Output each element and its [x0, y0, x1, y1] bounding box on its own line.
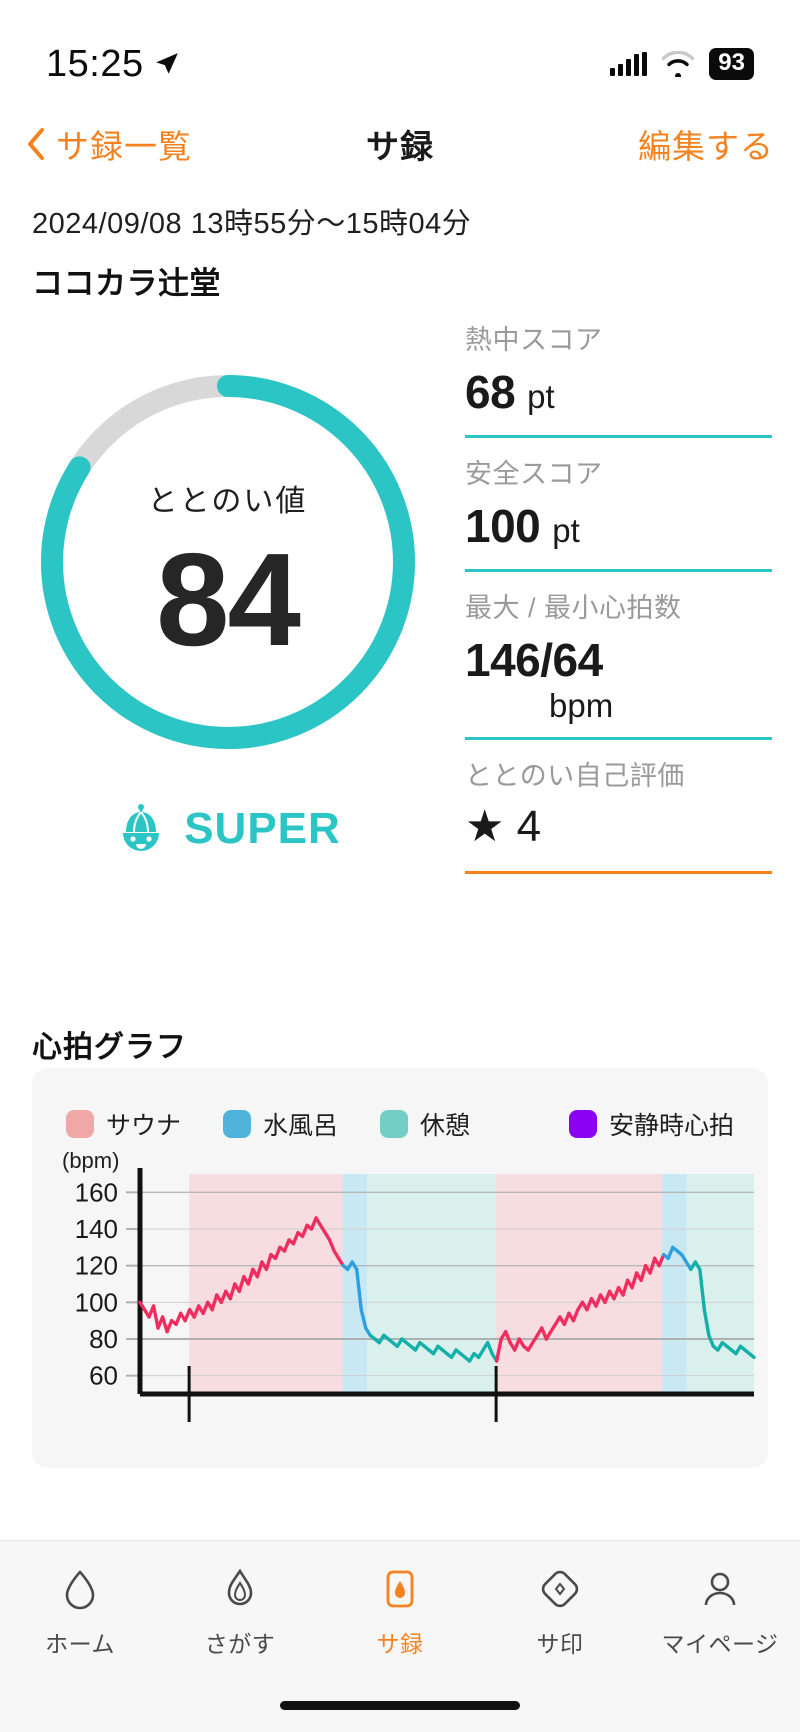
status-bar: 15:25 93 — [0, 0, 800, 100]
navigation-bar: サ録一覧 サ録 編集する — [0, 108, 800, 180]
chevron-left-icon — [28, 128, 44, 160]
tab-mypage[interactable]: マイページ — [640, 1565, 800, 1659]
summary-section: ととのい値 84 SUPER 熱中スコア 68 pt 安全スコア 100 pt … — [0, 318, 800, 888]
location-arrow-icon — [155, 53, 178, 74]
stat-label: ととのい自己評価 — [465, 761, 685, 791]
stat-label: 最大 / 最小心拍数 — [465, 593, 682, 623]
heart-rate-chart-card: サウナ 水風呂 休憩 安静時心拍 (bpm) 160 140 120 100 80 60 — [32, 1068, 768, 1468]
water-drop-icon — [65, 1570, 95, 1610]
gauge-label: ととのい値 — [147, 485, 308, 518]
cellular-bars-icon — [610, 51, 648, 76]
tab-stamp[interactable]: サ印 — [480, 1565, 640, 1659]
stat-safety-score: 安全スコア 100 pt — [465, 452, 772, 572]
back-button-label: サ録一覧 — [56, 128, 192, 165]
back-button[interactable]: サ録一覧 — [26, 120, 192, 168]
stats-column: 熱中スコア 68 pt 安全スコア 100 pt 最大 / 最小心拍数 146/… — [455, 318, 800, 888]
star-rating-value: ★ 4 — [465, 802, 542, 851]
tab-label: ホーム — [45, 1631, 115, 1657]
tab-search[interactable]: さがす — [160, 1565, 320, 1659]
stat-divider — [465, 737, 772, 740]
tab-label: サ印 — [536, 1631, 584, 1657]
stat-value: 100 — [465, 500, 541, 552]
heart-rate-line-chart: (bpm) 160 140 120 100 80 60 — [62, 1152, 756, 1422]
stat-divider — [465, 435, 772, 438]
svg-text:120: 120 — [75, 1251, 118, 1281]
gauge-column: ととのい値 84 SUPER — [0, 318, 455, 888]
totonoi-gauge: ととのい値 84 — [32, 366, 424, 758]
legend-swatch — [223, 1110, 252, 1138]
chart-plot-area: (bpm) 160 140 120 100 80 60 — [32, 1152, 768, 1452]
status-bar-clock: 15:25 — [46, 42, 144, 85]
tab-home[interactable]: ホーム — [0, 1565, 160, 1659]
stat-label: 熱中スコア — [465, 325, 603, 355]
svg-text:(bpm): (bpm) — [62, 1152, 119, 1173]
gauge-value: 84 — [156, 526, 301, 673]
legend-label: 休憩 — [420, 1112, 471, 1140]
battery-level: 93 — [709, 48, 754, 80]
svg-text:60: 60 — [89, 1361, 118, 1391]
edit-button[interactable]: 編集する — [638, 120, 774, 168]
stat-unit: pt — [527, 378, 555, 415]
rank-badge: SUPER — [114, 802, 341, 856]
sauna-mascot-icon — [123, 804, 160, 851]
diamond-stamp-icon — [541, 1570, 579, 1608]
legend-item-sauna: サウナ — [66, 1106, 181, 1142]
stat-value-row: 100 pt — [465, 499, 772, 557]
status-bar-left: 15:25 — [46, 43, 180, 86]
stat-label: 安全スコア — [465, 459, 603, 489]
session-meta: 2024/09/08 13時55分〜15時04分 ココカラ辻堂 — [32, 200, 768, 303]
record-drop-icon — [386, 1570, 414, 1608]
home-indicator — [280, 1701, 520, 1710]
tab-label: マイページ — [661, 1631, 779, 1657]
chart-legend: サウナ 水風呂 休憩 安静時心拍 — [32, 1068, 768, 1142]
stat-value-row: 146/64 bpm — [465, 633, 772, 725]
svg-text:160: 160 — [75, 1177, 118, 1207]
legend-label: 安静時心拍 — [608, 1112, 734, 1140]
tab-label: サ録 — [376, 1631, 424, 1657]
legend-swatch — [568, 1110, 597, 1138]
stat-divider — [465, 871, 772, 874]
gauge-center-content: ととのい値 84 — [32, 366, 424, 758]
svg-text:140: 140 — [75, 1214, 118, 1244]
legend-label: サウナ — [106, 1112, 182, 1140]
stat-divider — [465, 569, 772, 572]
person-icon — [704, 1572, 736, 1606]
stat-value: 146/64 — [465, 634, 603, 686]
chart-section-title: 心拍グラフ — [32, 1031, 187, 1064]
tab-label: さがす — [204, 1631, 276, 1657]
stat-value-row: 68 pt — [465, 365, 772, 423]
stat-heat-score: 熱中スコア 68 pt — [465, 318, 772, 438]
flame-search-icon — [227, 1568, 253, 1606]
wifi-icon — [662, 50, 695, 77]
stat-heart-rate-range: 最大 / 最小心拍数 146/64 bpm — [465, 586, 772, 740]
legend-label: 水風呂 — [263, 1112, 339, 1140]
legend-swatch — [380, 1110, 409, 1138]
session-datetime: 2024/09/08 13時55分〜15時04分 — [32, 208, 472, 240]
stat-value: 68 — [465, 366, 516, 418]
svg-text:80: 80 — [89, 1324, 118, 1354]
session-venue: ココカラ辻堂 — [32, 266, 221, 301]
status-bar-right: 93 — [610, 48, 754, 80]
legend-item-rest: 休憩 — [380, 1106, 470, 1142]
tab-record[interactable]: サ録 — [320, 1565, 480, 1659]
svg-text:100: 100 — [75, 1287, 118, 1317]
app-screen: 15:25 93 サ録一覧 サ録 編集する 2024/09/08 13時55分〜… — [0, 0, 800, 1732]
stat-self-rating[interactable]: ととのい自己評価 ★ 4 — [465, 754, 772, 874]
bottom-tab-bar: ホーム さがす サ録 サ印 マイページ — [0, 1540, 800, 1732]
legend-swatch — [66, 1110, 94, 1138]
legend-item-resting-hr: 安静時心拍 — [568, 1106, 734, 1142]
stat-unit: pt — [552, 512, 580, 549]
stat-value-row: ★ 4 — [465, 801, 772, 859]
stat-unit: bpm — [549, 687, 614, 724]
legend-item-cold-bath: 水風呂 — [223, 1106, 338, 1142]
rank-label: SUPER — [184, 804, 341, 853]
